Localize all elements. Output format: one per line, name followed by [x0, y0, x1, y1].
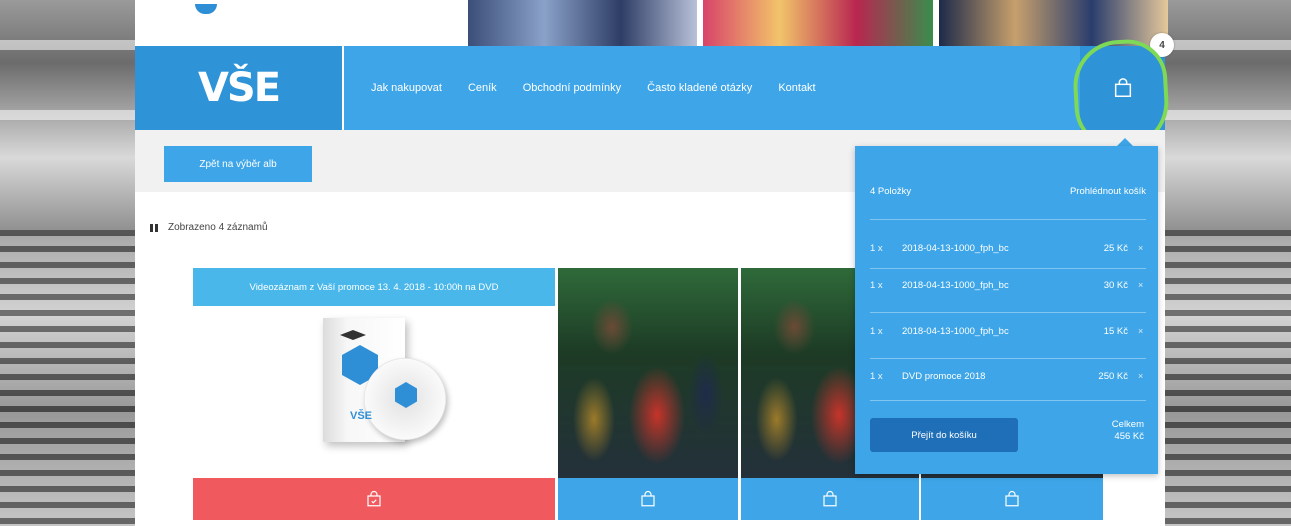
cart-count-badge: 4 — [1150, 33, 1174, 57]
cart-item-name[interactable]: DVD promoce 2018 — [902, 371, 1078, 382]
cart-item-price: 15 Kč — [1103, 325, 1128, 337]
nav-menu: Jak nakupovat Ceník Obchodní podmínky Ča… — [371, 46, 842, 130]
divider — [870, 400, 1146, 401]
cart-item-price: 30 Kč — [1103, 279, 1128, 291]
brand-logo[interactable]: VŠE — [135, 46, 342, 130]
main-navigation: VŠE Jak nakupovat Ceník Obchodní podmínk… — [135, 46, 1165, 130]
divider — [870, 268, 1146, 269]
cart-items-count: 4 Položky — [870, 186, 912, 197]
view-cart-link[interactable]: Prohlédnout košík — [1070, 186, 1146, 197]
shopping-bag-check-icon — [367, 490, 381, 507]
shopping-bag-icon — [641, 490, 655, 507]
cart-item-price: 250 Kč — [1098, 370, 1128, 382]
header-photo — [468, 0, 698, 46]
cart-total-label: Celkem — [1111, 419, 1144, 430]
product-photo[interactable] — [558, 268, 738, 478]
nav-item-terms[interactable]: Obchodní podmínky — [523, 82, 621, 94]
remove-item-icon[interactable]: × — [1138, 326, 1146, 336]
remove-item-icon[interactable]: × — [1138, 243, 1146, 253]
product-title[interactable]: Videozáznam z Vaší promoce 13. 4. 2018 -… — [193, 268, 555, 306]
cart-item[interactable]: 1 x DVD promoce 2018 250 Kč × — [870, 368, 1146, 384]
cart-total: Celkem 456 Kč — [1112, 419, 1144, 443]
back-to-albums-button[interactable]: Zpět na výběr alb — [164, 146, 312, 182]
divider — [870, 358, 1146, 359]
cart-item-name[interactable]: 2018-04-13-1000_fph_bc — [902, 243, 1078, 254]
cart-item[interactable]: 1 x 2018-04-13-1000_fph_bc 15 Kč × — [870, 323, 1146, 339]
add-to-cart-button[interactable] — [193, 478, 555, 520]
cart-item-qty: 1 x — [870, 279, 883, 291]
add-to-cart-button[interactable] — [741, 478, 919, 520]
cart-item[interactable]: 1 x 2018-04-13-1000_fph_bc 25 Kč × — [870, 240, 1146, 256]
cart-item-price: 25 Kč — [1103, 242, 1128, 254]
mini-cart-header: 4 Položky Prohlédnout košík — [870, 186, 1146, 197]
background-auditorium-left — [0, 0, 135, 526]
shopping-bag-icon — [1114, 78, 1131, 97]
site-logo-partial — [195, 4, 217, 14]
header-photo — [938, 0, 1168, 46]
header-photo — [703, 0, 933, 46]
add-to-cart-button[interactable] — [921, 478, 1103, 520]
nav-item-how-to-buy[interactable]: Jak nakupovat — [371, 82, 442, 94]
cart-button[interactable] — [1080, 46, 1165, 130]
results-count-text: Zobrazeno 4 záznamů — [168, 222, 268, 233]
cart-item-qty: 1 x — [870, 325, 883, 337]
divider — [870, 312, 1146, 313]
cart-item-name[interactable]: 2018-04-13-1000_fph_bc — [902, 326, 1078, 337]
brand-logo-text: VŠE — [197, 65, 281, 111]
shopping-bag-icon — [1005, 490, 1019, 507]
nav-item-price-list[interactable]: Ceník — [468, 82, 497, 94]
nav-item-faq[interactable]: Často kladené otázky — [647, 82, 752, 94]
results-count: Zobrazeno 4 záznamů — [150, 222, 268, 233]
shopping-bag-icon — [823, 490, 837, 507]
mini-cart-dropdown: 4 Položky Prohlédnout košík 1 x 2018-04-… — [855, 146, 1158, 474]
grid-icon[interactable] — [150, 223, 158, 232]
add-to-cart-button[interactable] — [558, 478, 738, 520]
nav-item-contact[interactable]: Kontakt — [778, 82, 815, 94]
divider — [870, 219, 1146, 220]
cart-total-value: 456 Kč — [1114, 431, 1144, 442]
remove-item-icon[interactable]: × — [1138, 371, 1146, 381]
cart-item-qty: 1 x — [870, 242, 883, 254]
go-to-cart-button[interactable]: Přejít do košíku — [870, 418, 1018, 452]
cart-item-name[interactable]: 2018-04-13-1000_fph_bc — [902, 280, 1078, 291]
dvd-label-text: VŠE — [350, 410, 373, 422]
nav-divider — [342, 46, 344, 130]
remove-item-icon[interactable]: × — [1138, 280, 1146, 290]
header-photo-strip — [468, 0, 1168, 46]
cart-item[interactable]: 1 x 2018-04-13-1000_fph_bc 30 Kč × — [870, 277, 1146, 293]
background-auditorium-right — [1165, 0, 1291, 526]
cart-item-qty: 1 x — [870, 370, 883, 382]
